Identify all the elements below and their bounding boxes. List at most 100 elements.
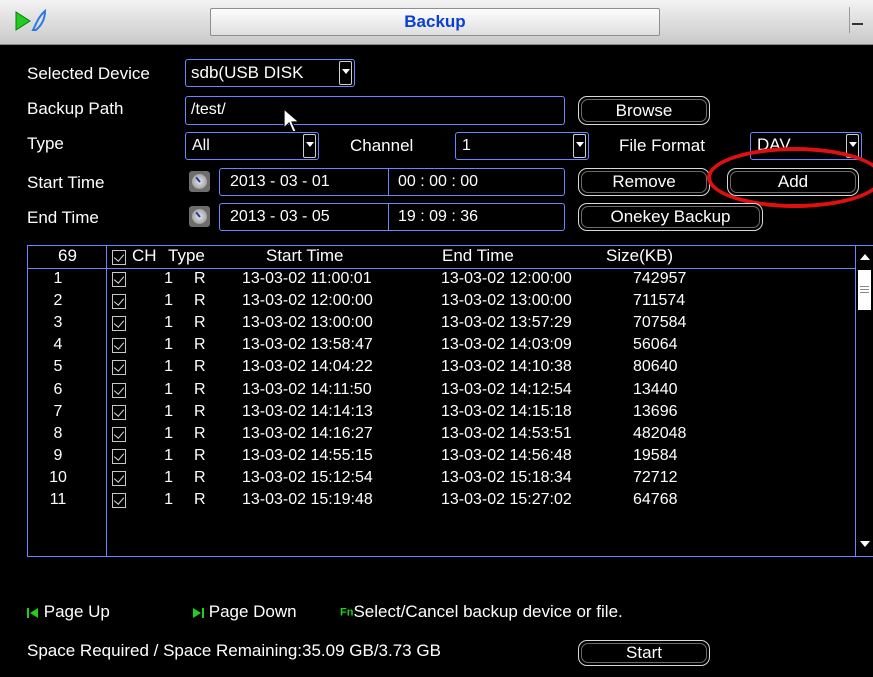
cell-ch: 1 bbox=[164, 424, 173, 442]
cell-type: R bbox=[194, 446, 206, 464]
cell-ch: 1 bbox=[164, 336, 173, 354]
table-row[interactable]: 9 1 R 13-03-02 14:55:15 13-03-02 14:56:48 195… bbox=[28, 446, 854, 468]
cell-size: 13696 bbox=[633, 402, 678, 420]
cell-end: 13-03-02 13:57:29 bbox=[441, 314, 572, 332]
cell-ch: 1 bbox=[164, 314, 173, 332]
table-row[interactable]: 5 1 R 13-03-02 14:04:22 13-03-02 14:10:38 806… bbox=[28, 357, 854, 379]
cell-end: 13-03-02 14:12:54 bbox=[441, 380, 572, 398]
page-up-label: Page Up bbox=[43, 602, 110, 621]
row-checkbox[interactable] bbox=[112, 382, 126, 398]
file-format-label: File Format bbox=[619, 136, 705, 155]
row-checkbox[interactable] bbox=[112, 338, 126, 354]
type-value: All bbox=[192, 137, 210, 154]
table-row[interactable]: 11 1 R 13-03-02 15:19:48 13-03-02 15:27:02 64… bbox=[28, 490, 854, 512]
table-row[interactable]: 2 1 R 13-03-02 12:00:00 13-03-02 13:00:00 711… bbox=[28, 291, 854, 313]
table-header: 69 CH Type Start Time End Time Size(KB) bbox=[28, 246, 856, 268]
table-row[interactable]: 4 1 R 13-03-02 13:58:47 13-03-02 14:03:09 560… bbox=[28, 335, 854, 357]
onekey-backup-button[interactable]: Onekey Backup bbox=[578, 203, 763, 231]
channel-value: 1 bbox=[462, 137, 471, 154]
end-date[interactable]: 2013 - 03 - 05 bbox=[230, 208, 330, 226]
cell-start: 13-03-02 14:04:22 bbox=[242, 358, 373, 376]
start-time-field[interactable]: 2013 - 03 - 01 00 : 00 : 00 bbox=[219, 168, 565, 196]
selected-device-label: Selected Device bbox=[27, 64, 150, 83]
row-checkbox[interactable] bbox=[112, 316, 126, 332]
row-checkbox[interactable] bbox=[112, 448, 126, 464]
row-checkbox[interactable] bbox=[112, 404, 126, 420]
scroll-thumb[interactable] bbox=[858, 270, 871, 310]
table-row[interactable]: 8 1 R 13-03-02 14:16:27 13-03-02 14:53:51 482… bbox=[28, 424, 854, 446]
start-label: Start bbox=[626, 643, 662, 662]
end-clock[interactable]: 19 : 09 : 36 bbox=[398, 208, 478, 226]
table-row[interactable]: 1 1 R 13-03-02 11:00:01 13-03-02 12:00:00 742… bbox=[28, 269, 854, 291]
table-row[interactable]: 7 1 R 13-03-02 14:14:13 13-03-02 14:15:18 136… bbox=[28, 402, 854, 424]
scrollbar[interactable] bbox=[855, 246, 873, 556]
cell-end: 13-03-02 14:03:09 bbox=[441, 336, 572, 354]
backup-path-value: /test/ bbox=[191, 101, 226, 118]
row-checkbox[interactable] bbox=[112, 272, 126, 287]
channel-select[interactable]: 1 bbox=[455, 132, 589, 160]
channel-label: Channel bbox=[350, 136, 414, 155]
cell-start: 13-03-02 14:16:27 bbox=[242, 424, 373, 442]
cell-end: 13-03-02 13:00:00 bbox=[441, 292, 572, 310]
clock-icon[interactable] bbox=[189, 171, 210, 192]
row-checkbox[interactable] bbox=[112, 360, 126, 376]
backup-path-field[interactable]: /test/ bbox=[185, 96, 565, 125]
cell-start: 13-03-02 15:12:54 bbox=[242, 468, 373, 486]
row-checkbox[interactable] bbox=[112, 470, 126, 486]
cell-no: 6 bbox=[53, 380, 63, 398]
end-time-field[interactable]: 2013 - 03 - 05 19 : 09 : 36 bbox=[219, 203, 565, 231]
chevron-down-icon[interactable] bbox=[339, 61, 352, 85]
header-ch: CH bbox=[132, 246, 157, 265]
selected-device-select[interactable]: sdb(USB DISK bbox=[185, 59, 355, 87]
row-checkbox[interactable] bbox=[112, 493, 126, 508]
cell-start: 13-03-02 15:19:48 bbox=[242, 491, 373, 508]
table-row[interactable]: 6 1 R 13-03-02 14:11:50 13-03-02 14:12:54 134… bbox=[28, 380, 854, 402]
cell-type: R bbox=[194, 468, 206, 486]
start-clock[interactable]: 00 : 00 : 00 bbox=[398, 173, 478, 191]
cell-end: 13-03-02 14:56:48 bbox=[441, 446, 572, 464]
row-checkbox[interactable] bbox=[112, 426, 126, 442]
cell-no: 4 bbox=[53, 336, 63, 354]
cell-no: 9 bbox=[53, 446, 63, 464]
browse-button[interactable]: Browse bbox=[578, 96, 710, 125]
header-size: Size(KB) bbox=[606, 246, 674, 265]
cell-start: 13-03-02 13:00:00 bbox=[242, 314, 373, 332]
cell-type: R bbox=[194, 270, 206, 287]
cell-ch: 1 bbox=[164, 270, 173, 287]
scroll-up-icon[interactable] bbox=[860, 254, 870, 260]
cell-size: 742957 bbox=[633, 270, 687, 287]
cell-ch: 1 bbox=[164, 491, 173, 508]
remove-label: Remove bbox=[612, 172, 676, 191]
title-bar: Backup bbox=[0, 0, 873, 45]
cell-start: 13-03-02 13:58:47 bbox=[242, 336, 373, 354]
table-row[interactable]: 3 1 R 13-03-02 13:00:00 13-03-02 13:57:29 707… bbox=[28, 313, 854, 335]
cell-ch: 1 bbox=[164, 292, 173, 310]
row-checkbox[interactable] bbox=[112, 294, 126, 310]
cell-ch: 1 bbox=[164, 468, 173, 486]
window-title: Backup bbox=[210, 8, 660, 36]
cell-no: 10 bbox=[49, 468, 67, 486]
clock-icon[interactable] bbox=[189, 206, 210, 227]
minimize-icon[interactable] bbox=[849, 7, 866, 33]
page-down-link[interactable]: Page Down bbox=[192, 602, 297, 622]
start-button[interactable]: Start bbox=[578, 640, 710, 666]
chevron-down-icon[interactable] bbox=[573, 134, 586, 158]
start-date[interactable]: 2013 - 03 - 01 bbox=[230, 173, 330, 191]
scroll-down-icon[interactable] bbox=[860, 541, 870, 547]
cell-end: 13-03-02 14:10:38 bbox=[441, 358, 572, 376]
cell-no: 3 bbox=[53, 314, 63, 332]
record-count: 69 bbox=[58, 246, 77, 265]
page-up-link[interactable]: Page Up bbox=[27, 602, 110, 622]
cell-no: 1 bbox=[53, 270, 63, 287]
cell-ch: 1 bbox=[164, 380, 173, 398]
cell-no: 11 bbox=[49, 491, 67, 508]
type-select[interactable]: All bbox=[185, 132, 319, 160]
cell-start: 13-03-02 11:00:01 bbox=[242, 270, 372, 287]
cell-no: 5 bbox=[53, 358, 63, 376]
table-row[interactable]: 10 1 R 13-03-02 15:12:54 13-03-02 15:18:34 72… bbox=[28, 468, 854, 490]
fn-hint: FnSelect/Cancel backup device or file. bbox=[340, 602, 623, 622]
remove-button[interactable]: Remove bbox=[578, 168, 710, 196]
cell-size: 56064 bbox=[633, 336, 678, 354]
select-all-checkbox[interactable] bbox=[112, 250, 126, 265]
chevron-down-icon[interactable] bbox=[303, 134, 316, 158]
